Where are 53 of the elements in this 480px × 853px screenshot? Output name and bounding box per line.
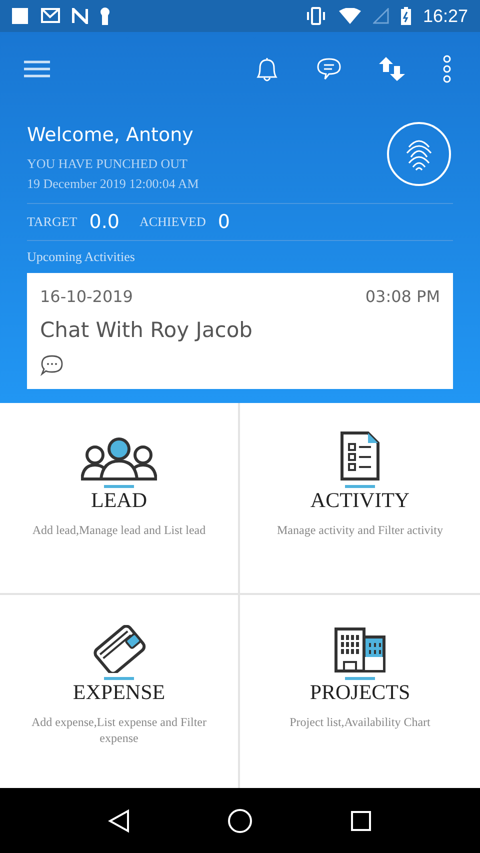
cell-signal-icon [372,8,389,24]
fingerprint-button[interactable] [387,122,451,186]
more-options-button[interactable] [442,55,452,83]
module-tile[interactable]: ACTIVITY Manage activity and Filter activity [240,402,480,596]
speech-bubble-icon [316,57,342,81]
welcome-text: Welcome, Antony [27,123,194,148]
n-logo-icon [72,8,88,24]
back-triangle-icon [108,808,130,832]
menu-button[interactable] [24,60,50,78]
activity-date: 16-10-2019 [40,286,133,308]
people-group-icon [81,436,157,480]
activity-card[interactable]: 16-10-2019 03:08 PM Chat With Roy Jacob [27,272,453,388]
battery-icon [400,7,411,25]
module-description: Add lead,Manage lead and List lead [32,522,206,538]
sync-button[interactable] [378,56,406,82]
punch-status: YOU HAVE PUNCHED OUT [27,155,188,173]
wifi-icon [338,8,361,24]
module-description: Project list,Availability Chart [290,714,430,730]
module-tile[interactable]: LEAD Add lead,Manage lead and List lead [0,402,240,596]
notifications-button[interactable] [254,56,280,82]
back-button[interactable] [108,808,130,832]
stat-label: TARGET [27,213,78,232]
stat-value: 0 [218,210,230,235]
recents-square-icon [350,810,372,832]
stat-value: 0.0 [89,210,120,235]
chat-bubble-icon [40,354,64,376]
home-circle-icon [226,808,253,834]
menu-icon [24,60,50,78]
activity-time: 03:08 PM [365,286,440,308]
buildings-icon [334,627,386,674]
checklist-document-icon [340,430,380,480]
module-description: Manage activity and Filter activity [277,522,443,538]
vibrate-icon [304,7,327,25]
recents-button[interactable] [350,810,372,832]
activity-title: Chat With Roy Jacob [40,316,254,344]
module-title: EXPENSE [72,680,166,704]
stat-label: ACHIEVED [139,213,206,232]
messages-button[interactable] [316,57,342,81]
bell-icon [254,56,280,82]
square-icon [12,8,28,24]
module-title: ACTIVITY [310,488,410,512]
punch-time: 19 December 2019 12:00:04 AM [27,174,199,192]
clock-time: 16:27 [422,4,468,28]
more-dots-icon [442,55,452,83]
module-title: PROJECTS [310,680,410,704]
mail-icon [40,8,60,24]
module-description: Add expense,List expense and Filter expense [30,714,208,746]
up-down-arrows-icon [378,56,406,82]
keyhole-icon [100,7,110,25]
module-title: LEAD [91,488,147,512]
home-button[interactable] [226,808,253,834]
upcoming-heading: Upcoming Activities [26,248,136,266]
module-tile[interactable]: PROJECTS Project list,Availability Chart [240,595,480,788]
